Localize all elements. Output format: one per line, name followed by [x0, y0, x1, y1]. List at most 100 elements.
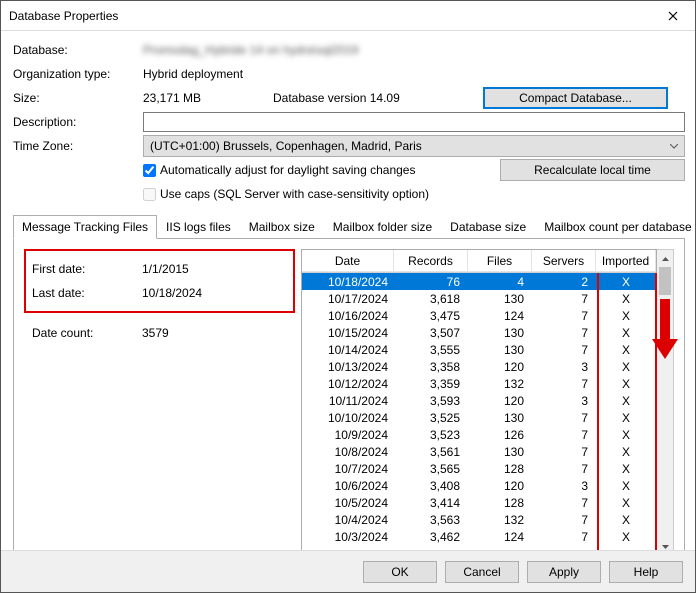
column-header-records[interactable]: Records	[394, 250, 468, 272]
tab-database-size[interactable]: Database size	[441, 215, 535, 238]
first-date-value: 1/1/2015	[142, 262, 189, 276]
table-row[interactable]: 10/14/20243,5551307X	[302, 341, 656, 358]
cell-imported: X	[596, 445, 656, 459]
compact-database-button[interactable]: Compact Database...	[483, 87, 668, 109]
tab-message-tracking-files[interactable]: Message Tracking Files	[13, 215, 157, 239]
cell-servers: 7	[532, 343, 596, 357]
cell-records: 3,359	[394, 377, 468, 391]
cell-records: 76	[394, 275, 468, 289]
column-header-files[interactable]: Files	[468, 250, 532, 272]
cell-date: 10/17/2024	[302, 292, 394, 306]
table-row[interactable]: 10/12/20243,3591327X	[302, 375, 656, 392]
tab-bar: Message Tracking FilesIIS logs filesMail…	[13, 215, 685, 239]
table-row[interactable]: 10/3/20243,4621247X	[302, 528, 656, 545]
scrollbar-thumb[interactable]	[659, 267, 671, 295]
cell-files: 130	[468, 445, 532, 459]
cell-files: 124	[468, 309, 532, 323]
table-row[interactable]: 10/5/20243,4141287X	[302, 494, 656, 511]
cell-records: 3,475	[394, 309, 468, 323]
tab-mailbox-size[interactable]: Mailbox size	[240, 215, 324, 238]
size-value: 23,171 MB	[143, 91, 273, 105]
use-caps-label: Use caps (SQL Server with case-sensitivi…	[160, 187, 429, 201]
description-label: Description:	[13, 115, 143, 129]
column-header-servers[interactable]: Servers	[532, 250, 596, 272]
table-row[interactable]: 10/6/20243,4081203X	[302, 477, 656, 494]
cell-files: 130	[468, 343, 532, 357]
cell-files: 132	[468, 513, 532, 527]
compact-database-label: Compact Database...	[519, 91, 632, 105]
table-row[interactable]: 10/11/20243,5931203X	[302, 392, 656, 409]
table-row[interactable]: 10/8/20243,5611307X	[302, 443, 656, 460]
database-label: Database:	[13, 43, 143, 57]
table-row[interactable]: 10/17/20243,6181307X	[302, 290, 656, 307]
data-grid[interactable]: DateRecordsFilesServersImported 10/18/20…	[301, 249, 657, 556]
close-button[interactable]	[650, 1, 695, 30]
cell-records: 3,525	[394, 411, 468, 425]
cell-date: 10/3/2024	[302, 530, 394, 544]
down-arrow-annotation	[652, 299, 678, 359]
tab-mailbox-folder-size[interactable]: Mailbox folder size	[324, 215, 441, 238]
table-row[interactable]: 10/4/20243,5631327X	[302, 511, 656, 528]
vertical-scrollbar[interactable]	[657, 249, 674, 556]
cell-date: 10/5/2024	[302, 496, 394, 510]
cell-servers: 7	[532, 292, 596, 306]
table-row[interactable]: 10/15/20243,5071307X	[302, 324, 656, 341]
cell-imported: X	[596, 462, 656, 476]
cell-date: 10/13/2024	[302, 360, 394, 374]
cell-records: 3,408	[394, 479, 468, 493]
cell-date: 10/6/2024	[302, 479, 394, 493]
tab-body: First date: 1/1/2015 Last date: 10/18/20…	[13, 239, 685, 567]
timezone-select[interactable]: (UTC+01:00) Brussels, Copenhagen, Madrid…	[143, 135, 685, 157]
cell-records: 3,563	[394, 513, 468, 527]
recalculate-button[interactable]: Recalculate local time	[500, 159, 685, 181]
cancel-button[interactable]: Cancel	[445, 561, 519, 583]
cell-date: 10/16/2024	[302, 309, 394, 323]
cell-servers: 7	[532, 513, 596, 527]
cell-imported: X	[596, 411, 656, 425]
cell-date: 10/18/2024	[302, 275, 394, 289]
cell-date: 10/12/2024	[302, 377, 394, 391]
cell-date: 10/15/2024	[302, 326, 394, 340]
cell-records: 3,414	[394, 496, 468, 510]
tab-iis-logs-files[interactable]: IIS logs files	[157, 215, 240, 238]
cell-imported: X	[596, 496, 656, 510]
cell-files: 130	[468, 411, 532, 425]
table-row[interactable]: 10/16/20243,4751247X	[302, 307, 656, 324]
help-button[interactable]: Help	[609, 561, 683, 583]
cell-records: 3,561	[394, 445, 468, 459]
column-header-imported[interactable]: Imported	[596, 250, 656, 272]
grid-wrapper: DateRecordsFilesServersImported 10/18/20…	[301, 249, 674, 556]
description-input[interactable]	[143, 112, 685, 132]
cell-records: 3,555	[394, 343, 468, 357]
content: Database: Promodag_Hybride 14 on hydra\s…	[1, 31, 695, 567]
cell-files: 126	[468, 428, 532, 442]
cell-files: 120	[468, 360, 532, 374]
cell-files: 132	[468, 377, 532, 391]
cell-files: 128	[468, 462, 532, 476]
date-count-value: 3579	[142, 326, 169, 340]
ok-button[interactable]: OK	[363, 561, 437, 583]
table-row[interactable]: 10/13/20243,3581203X	[302, 358, 656, 375]
column-header-date[interactable]: Date	[302, 250, 394, 272]
window-title: Database Properties	[9, 9, 650, 23]
titlebar: Database Properties	[1, 1, 695, 31]
table-row[interactable]: 10/10/20243,5251307X	[302, 409, 656, 426]
cell-imported: X	[596, 275, 656, 289]
cell-servers: 7	[532, 411, 596, 425]
scroll-up-button[interactable]	[657, 250, 673, 267]
tab-mailbox-count-per-database[interactable]: Mailbox count per database	[535, 215, 696, 238]
cell-servers: 7	[532, 462, 596, 476]
cell-files: 130	[468, 292, 532, 306]
auto-dst-checkbox[interactable]: Automatically adjust for daylight saving…	[143, 163, 415, 177]
table-row[interactable]: 10/18/20247642X	[302, 273, 656, 290]
table-row[interactable]: 10/7/20243,5651287X	[302, 460, 656, 477]
cell-servers: 7	[532, 377, 596, 391]
cell-date: 10/14/2024	[302, 343, 394, 357]
table-row[interactable]: 10/9/20243,5231267X	[302, 426, 656, 443]
cell-date: 10/9/2024	[302, 428, 394, 442]
auto-dst-input[interactable]	[143, 164, 156, 177]
close-icon	[668, 11, 678, 21]
auto-dst-label: Automatically adjust for daylight saving…	[160, 163, 415, 177]
last-date-label: Last date:	[32, 286, 142, 300]
cell-records: 3,565	[394, 462, 468, 476]
